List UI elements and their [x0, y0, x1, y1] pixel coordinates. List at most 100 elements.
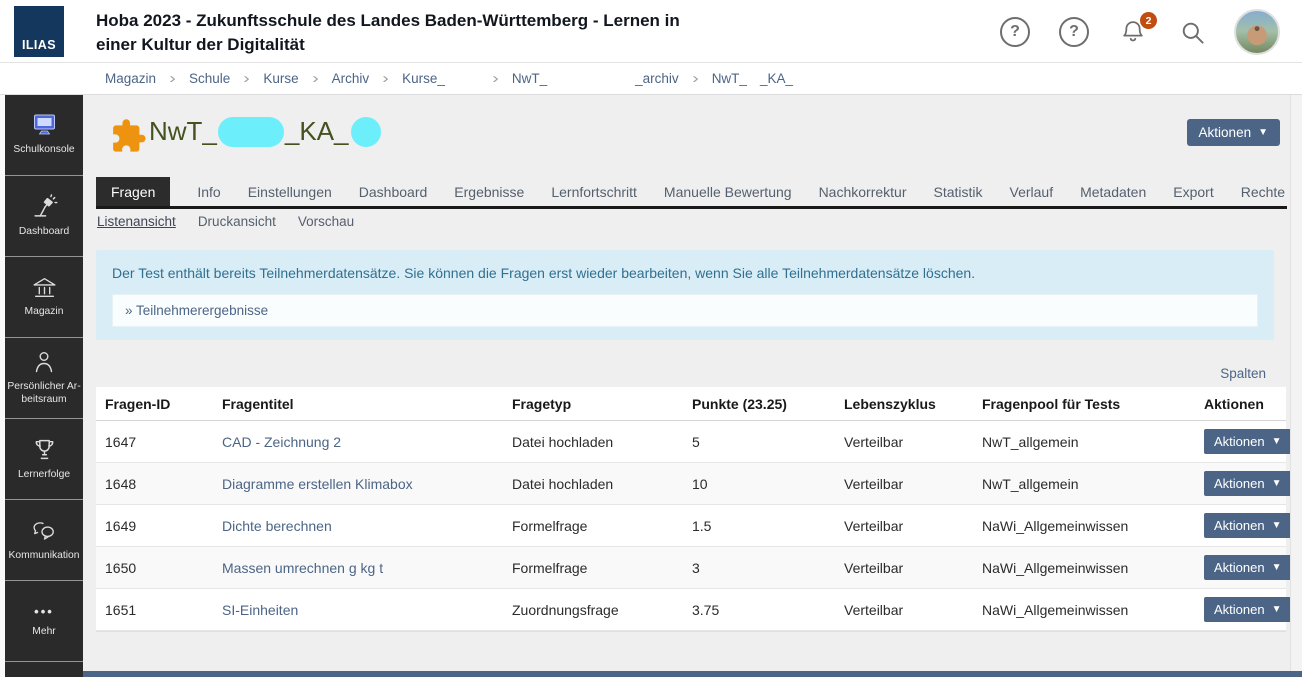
table-row: 1651 SI-Einheiten Zuordnungsfrage 3.75 V…: [96, 589, 1286, 631]
breadcrumb-item-kurse[interactable]: Kurse: [263, 71, 298, 86]
question-title-link[interactable]: Dichte berechnen: [213, 518, 503, 534]
page-actions-button[interactable]: Aktionen▼: [1187, 119, 1280, 146]
sidebar-item-dashboard[interactable]: Dashboard: [5, 176, 83, 257]
col-punkte: Punkte (23.25): [683, 396, 835, 412]
caret-down-icon: ▼: [1272, 605, 1282, 615]
tab-lernfortschritt[interactable]: Lernfortschritt: [551, 177, 637, 206]
col-aktionen: Aktionen: [1195, 396, 1286, 412]
console-icon: [31, 113, 58, 137]
breadcrumb-item-kurse-redacted[interactable]: Kurse_: [402, 71, 479, 86]
table-row: 1648 Diagramme erstellen Klimabox Datei …: [96, 463, 1286, 505]
redaction-blob: [218, 117, 284, 147]
tab-info[interactable]: Info: [197, 177, 220, 206]
notifications-button[interactable]: 2: [1116, 15, 1150, 49]
question-lifecycle: Verteilbar: [835, 560, 973, 576]
tab-export[interactable]: Export: [1173, 177, 1213, 206]
row-actions-button[interactable]: Aktionen▼: [1204, 597, 1292, 622]
question-title-link[interactable]: SI-Einheiten: [213, 602, 503, 618]
question-type: Formelfrage: [503, 560, 683, 576]
sidebar-item-kommunikation[interactable]: Kommunikation: [5, 500, 83, 581]
tab-fragen[interactable]: Fragen: [96, 177, 170, 206]
tab-verlauf[interactable]: Verlauf: [1010, 177, 1054, 206]
tab-statistik[interactable]: Statistik: [933, 177, 982, 206]
subtab-listenansicht[interactable]: Listenansicht: [97, 214, 176, 229]
question-id: 1649: [96, 518, 213, 534]
page-title: NwT__KA_: [149, 116, 381, 147]
question-lifecycle: Verteilbar: [835, 518, 973, 534]
caret-down-icon: ▼: [1272, 479, 1282, 489]
help-button[interactable]: ?: [998, 15, 1032, 49]
breadcrumb-item-archiv[interactable]: Archiv: [332, 71, 370, 86]
chevron-right-icon: ›: [312, 70, 319, 87]
breadcrumb-item-schule[interactable]: Schule: [189, 71, 230, 86]
desk-lamp-icon: [31, 194, 58, 219]
row-actions-button[interactable]: Aktionen▼: [1204, 471, 1292, 496]
ilias-logo-text: ILIAS: [22, 38, 56, 52]
sidebar-item-magazin[interactable]: Magazin: [5, 257, 83, 338]
question-pool: NwT_allgemein: [973, 476, 1195, 492]
info-message-box: Der Test enthält bereits Teilnehmerdaten…: [96, 250, 1274, 340]
question-lifecycle: Verteilbar: [835, 602, 973, 618]
tab-einstellungen[interactable]: Einstellungen: [248, 177, 332, 206]
row-actions-button[interactable]: Aktionen▼: [1204, 513, 1292, 538]
help-circle-icon: ?: [1059, 17, 1089, 47]
question-title-link[interactable]: Massen umrechnen g kg t: [213, 560, 503, 576]
question-points: 10: [683, 476, 835, 492]
col-lebenszyklus: Lebenszyklus: [835, 396, 973, 412]
caret-down-icon: ▼: [1272, 563, 1282, 573]
sidebar-item-lernerfolge[interactable]: Lernerfolge: [5, 419, 83, 500]
sidebar-item-mehr[interactable]: ••• Mehr: [5, 581, 83, 662]
col-fragen-id: Fragen-ID: [96, 396, 213, 412]
search-button[interactable]: [1175, 15, 1209, 49]
question-lifecycle: Verteilbar: [835, 434, 973, 450]
chevron-right-icon: ›: [692, 70, 699, 87]
chat-bubbles-icon: [31, 518, 58, 543]
tab-dashboard[interactable]: Dashboard: [359, 177, 428, 206]
breadcrumb-item-nwt-archiv[interactable]: NwT__archiv: [512, 71, 679, 86]
notification-count-badge: 2: [1140, 12, 1157, 29]
question-type: Zuordnungsfrage: [503, 602, 683, 618]
question-title-link[interactable]: CAD - Zeichnung 2: [213, 434, 503, 450]
table-header-row: Fragen-ID Fragentitel Fragetyp Punkte (2…: [96, 387, 1286, 421]
question-pool: NwT_allgemein: [973, 434, 1195, 450]
row-actions-button[interactable]: Aktionen▼: [1204, 429, 1292, 454]
header-icon-bar: ? ? 2: [998, 8, 1280, 56]
tab-nachkorrektur[interactable]: Nachkorrektur: [819, 177, 907, 206]
main-sidebar: Schulkonsole Dashboard Magazin Persönlic…: [5, 95, 83, 677]
user-avatar[interactable]: [1234, 9, 1280, 55]
info-message-text: Der Test enthält bereits Teilnehmerdaten…: [112, 265, 1258, 281]
person-icon: [32, 350, 56, 374]
tab-ergebnisse[interactable]: Ergebnisse: [454, 177, 524, 206]
tab-manuelle-bewertung[interactable]: Manuelle Bewertung: [664, 177, 792, 206]
ilias-logo[interactable]: ILIAS: [14, 6, 64, 57]
chevron-right-icon: ›: [244, 70, 251, 87]
row-actions-button[interactable]: Aktionen▼: [1204, 555, 1292, 580]
question-pool: NaWi_Allgemeinwissen: [973, 518, 1195, 534]
subtab-vorschau[interactable]: Vorschau: [298, 214, 354, 229]
scrollbar[interactable]: [1290, 95, 1302, 677]
repository-building-icon: [31, 276, 58, 299]
sidebar-item-persoenlicher-arbeitsraum[interactable]: Persönlicher Ar- beitsraum: [5, 338, 83, 419]
tab-rechte[interactable]: Rechte: [1241, 177, 1285, 206]
spalten-link[interactable]: Spalten: [1220, 366, 1266, 381]
breadcrumb-item-magazin[interactable]: Magazin: [105, 71, 156, 86]
question-type: Datei hochladen: [503, 476, 683, 492]
subtab-druckansicht[interactable]: Druckansicht: [198, 214, 276, 229]
subtab-bar: Listenansicht Druckansicht Vorschau: [97, 214, 354, 229]
breadcrumb-item-nwt-ka[interactable]: NwT__KA_: [712, 71, 793, 86]
teilnehmerergebnisse-link[interactable]: » Teilnehmerergebnisse: [112, 294, 1258, 327]
question-id: 1647: [96, 434, 213, 450]
question-points: 5: [683, 434, 835, 450]
tab-bar: Fragen Info Einstellungen Dashboard Erge…: [96, 177, 1287, 209]
footer-accent-bar: [83, 671, 1302, 677]
top-header: ILIAS Hoba 2023 - Zukunftsschule des Lan…: [0, 0, 1302, 63]
support-button[interactable]: ?: [1057, 15, 1091, 49]
question-title-link[interactable]: Diagramme erstellen Klimabox: [213, 476, 503, 492]
questions-table: Fragen-ID Fragentitel Fragetyp Punkte (2…: [96, 387, 1286, 632]
chevron-right-icon: ›: [492, 70, 499, 87]
chevron-right-icon: ›: [169, 70, 176, 87]
main-content: NwT__KA_ Aktionen▼ Fragen Info Einstellu…: [83, 95, 1290, 677]
sidebar-item-schulkonsole[interactable]: Schulkonsole: [5, 95, 83, 176]
redaction-blob: [351, 117, 381, 147]
tab-metadaten[interactable]: Metadaten: [1080, 177, 1146, 206]
